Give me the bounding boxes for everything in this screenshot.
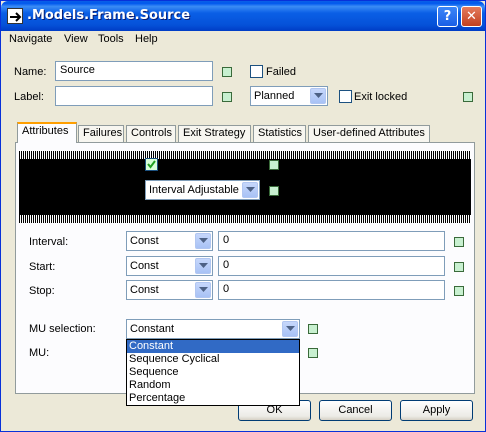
mu-selection-dropdown-list: Constant Sequence Cyclical Sequence Rand… [126, 339, 300, 406]
stop-dist-select[interactable]: Const [126, 280, 213, 300]
exit-locked-label: Exit locked [354, 91, 408, 103]
mu-label: MU: [29, 347, 50, 359]
interval-dist-select[interactable]: Const [126, 231, 213, 251]
operation-mode-select[interactable]: Interval Adjustable [145, 180, 260, 200]
mu-selection-inherit-indicator[interactable] [308, 324, 318, 334]
start-dist-value: Const [130, 260, 159, 272]
dropdown-option-constant[interactable]: Constant [127, 340, 299, 353]
chevron-down-icon[interactable] [242, 182, 258, 198]
app-icon [7, 8, 23, 24]
chevron-down-icon[interactable] [282, 321, 298, 337]
operation-mode-inherit-indicator[interactable] [269, 186, 279, 196]
tab-attributes[interactable]: Attributes [17, 122, 77, 143]
status-select[interactable]: Planned [250, 86, 328, 106]
name-inherit-indicator[interactable] [222, 67, 232, 77]
failed-checkbox[interactable] [250, 65, 263, 78]
status-value: Planned [254, 90, 295, 102]
operation-inherit-indicator[interactable] [269, 160, 279, 170]
menu-navigate[interactable]: Navigate [9, 33, 52, 45]
chevron-down-icon[interactable] [195, 233, 211, 249]
render-artifact-noise-bottom [19, 215, 471, 223]
cancel-button[interactable]: Cancel [319, 400, 392, 421]
interval-value-input[interactable]: 0 [218, 231, 445, 251]
operation-mode-value: Interval Adjustable [149, 184, 239, 196]
title-bar[interactable]: .Models.Frame.Source ? ✕ [1, 1, 485, 31]
exit-locked-checkbox[interactable] [339, 90, 352, 103]
stop-value-input[interactable]: 0 [218, 280, 445, 300]
tab-exit-strategy[interactable]: Exit Strategy [178, 125, 251, 142]
apply-button[interactable]: Apply [400, 400, 473, 421]
help-icon: ? [443, 9, 452, 24]
tab-user-defined-attributes[interactable]: User-defined Attributes [308, 125, 430, 142]
tab-failures[interactable]: Failures [78, 125, 124, 142]
dialog-window: .Models.Frame.Source ? ✕ Navigate View T… [0, 0, 486, 432]
close-icon: ✕ [466, 9, 477, 24]
chevron-down-icon[interactable] [195, 282, 211, 298]
start-dist-select[interactable]: Const [126, 256, 213, 276]
dropdown-option-sequence-cyclical[interactable]: Sequence Cyclical [127, 353, 299, 366]
start-label: Start: [29, 261, 56, 273]
stop-inherit-indicator[interactable] [454, 286, 464, 296]
exit-locked-inherit-indicator[interactable] [463, 92, 473, 102]
menu-help[interactable]: Help [135, 33, 158, 45]
label-inherit-indicator[interactable] [222, 92, 232, 102]
start-inherit-indicator[interactable] [454, 262, 464, 272]
mu-selection-select[interactable]: Constant [126, 319, 300, 339]
operation-checkbox[interactable] [145, 158, 158, 171]
mu-inherit-indicator[interactable] [308, 348, 318, 358]
tab-controls[interactable]: Controls [126, 125, 176, 142]
tab-statistics[interactable]: Statistics [253, 125, 306, 142]
stop-dist-value: Const [130, 284, 159, 296]
label-input[interactable] [55, 86, 213, 106]
interval-label: Interval: [29, 236, 69, 248]
menu-bar: Navigate View Tools Help [1, 31, 485, 49]
help-button[interactable]: ? [437, 6, 458, 27]
chevron-down-icon[interactable] [195, 258, 211, 274]
interval-inherit-indicator[interactable] [454, 237, 464, 247]
dropdown-option-percentage[interactable]: Percentage [127, 392, 299, 405]
failed-label: Failed [266, 66, 296, 78]
dropdown-option-sequence[interactable]: Sequence [127, 366, 299, 379]
mu-selection-label: MU selection: [29, 323, 96, 335]
stop-label: Stop: [29, 285, 55, 297]
dropdown-option-random[interactable]: Random [127, 379, 299, 392]
label-label: Label: [14, 91, 44, 103]
mu-selection-value: Constant [130, 323, 175, 335]
name-input[interactable]: Source [55, 61, 213, 81]
name-label: Name: [14, 66, 47, 78]
start-value-input[interactable]: 0 [218, 256, 445, 276]
chevron-down-icon[interactable] [310, 88, 326, 104]
window-title: .Models.Frame.Source [27, 8, 191, 23]
close-button[interactable]: ✕ [461, 6, 482, 27]
render-artifact-noise-top [19, 151, 471, 159]
menu-view[interactable]: View [64, 33, 88, 45]
menu-tools[interactable]: Tools [98, 33, 124, 45]
interval-dist-value: Const [130, 235, 159, 247]
